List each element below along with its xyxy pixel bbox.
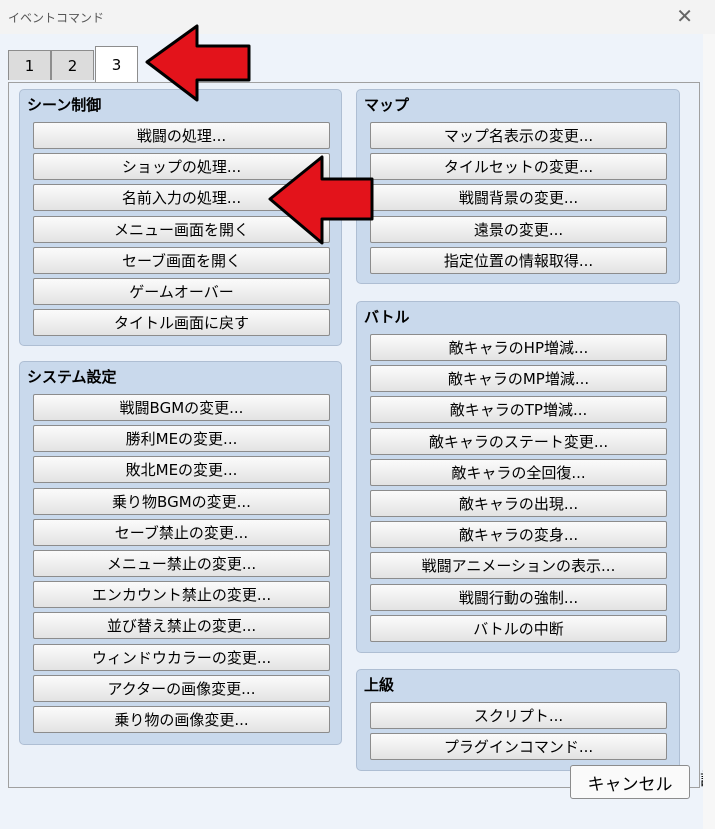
location-info-button[interactable]: 指定位置の情報取得... <box>370 247 667 274</box>
group-map: マップ マップ名表示の変更... タイルセットの変更... 戦闘背景の変更...… <box>356 89 680 284</box>
enemy-state-button[interactable]: 敵キャラのステート変更... <box>370 428 667 455</box>
script-button[interactable]: スクリプト... <box>370 702 667 729</box>
group-title-scene-control: シーン制御 <box>27 96 102 114</box>
plugin-command-button[interactable]: プラグインコマンド... <box>370 733 667 760</box>
abort-battle-button[interactable]: バトルの中断 <box>370 615 667 642</box>
defeat-me-button[interactable]: 敗北MEの変更... <box>33 456 330 483</box>
group-battle: バトル 敵キャラのHP増減... 敵キャラのMP増減... 敵キャラのTP増減.… <box>356 301 680 653</box>
vehicle-bgm-button[interactable]: 乗り物BGMの変更... <box>33 488 330 515</box>
battle-background-button[interactable]: 戦闘背景の変更... <box>370 184 667 211</box>
annotation-arrow-name-input-icon <box>268 155 374 245</box>
battle-processing-button[interactable]: 戦闘の処理... <box>33 122 330 149</box>
menu-access-button[interactable]: メニュー禁止の変更... <box>33 550 330 577</box>
group-title-advanced: 上級 <box>364 676 395 694</box>
save-access-button[interactable]: セーブ禁止の変更... <box>33 519 330 546</box>
map-name-display-button[interactable]: マップ名表示の変更... <box>370 122 667 149</box>
tab-3[interactable]: 3 <box>95 46 138 82</box>
dialog-body: 1 2 3 シーン制御 戦闘の処理... ショップの処理... 名前入力の処理.… <box>0 34 715 829</box>
battle-bgm-button[interactable]: 戦闘BGMの変更... <box>33 394 330 421</box>
tab-2[interactable]: 2 <box>51 50 94 80</box>
close-icon[interactable]: ✕ <box>676 4 693 28</box>
enemy-recover-all-button[interactable]: 敵キャラの全回復... <box>370 459 667 486</box>
group-title-battle: バトル <box>364 308 410 326</box>
enemy-mp-button[interactable]: 敵キャラのMP増減... <box>370 365 667 392</box>
return-title-button[interactable]: タイトル画面に戻す <box>33 309 330 336</box>
battle-animation-button[interactable]: 戦闘アニメーションの表示... <box>370 552 667 579</box>
formation-access-button[interactable]: 並び替え禁止の変更... <box>33 612 330 639</box>
tileset-button[interactable]: タイルセットの変更... <box>370 153 667 180</box>
title-bar: イベントコマンド ✕ <box>0 0 715 35</box>
encounter-button[interactable]: エンカウント禁止の変更... <box>33 581 330 608</box>
background-window-edge <box>703 34 715 829</box>
group-title-system-settings: システム設定 <box>27 368 117 386</box>
enemy-hp-button[interactable]: 敵キャラのHP増減... <box>370 334 667 361</box>
annotation-arrow-left-icon <box>145 24 251 102</box>
open-save-button[interactable]: セーブ画面を開く <box>33 247 330 274</box>
cancel-button[interactable]: キャンセル <box>570 765 690 799</box>
force-action-button[interactable]: 戦闘行動の強制... <box>370 584 667 611</box>
victory-me-button[interactable]: 勝利MEの変更... <box>33 425 330 452</box>
window-title: イベントコマンド <box>8 11 105 25</box>
enemy-appear-button[interactable]: 敵キャラの出現... <box>370 490 667 517</box>
group-system-settings: システム設定 戦闘BGMの変更... 勝利MEの変更... 敗北MEの変更...… <box>19 361 342 745</box>
parallax-button[interactable]: 遠景の変更... <box>370 216 667 243</box>
group-title-map: マップ <box>364 96 410 114</box>
vehicle-image-button[interactable]: 乗り物の画像変更... <box>33 706 330 733</box>
tab-1[interactable]: 1 <box>8 50 51 80</box>
window-color-button[interactable]: ウィンドウカラーの変更... <box>33 644 330 671</box>
actor-images-button[interactable]: アクターの画像変更... <box>33 675 330 702</box>
enemy-transform-button[interactable]: 敵キャラの変身... <box>370 521 667 548</box>
enemy-tp-button[interactable]: 敵キャラのTP増減... <box>370 396 667 423</box>
group-advanced: 上級 スクリプト... プラグインコマンド... <box>356 669 680 771</box>
game-over-button[interactable]: ゲームオーバー <box>33 278 330 305</box>
